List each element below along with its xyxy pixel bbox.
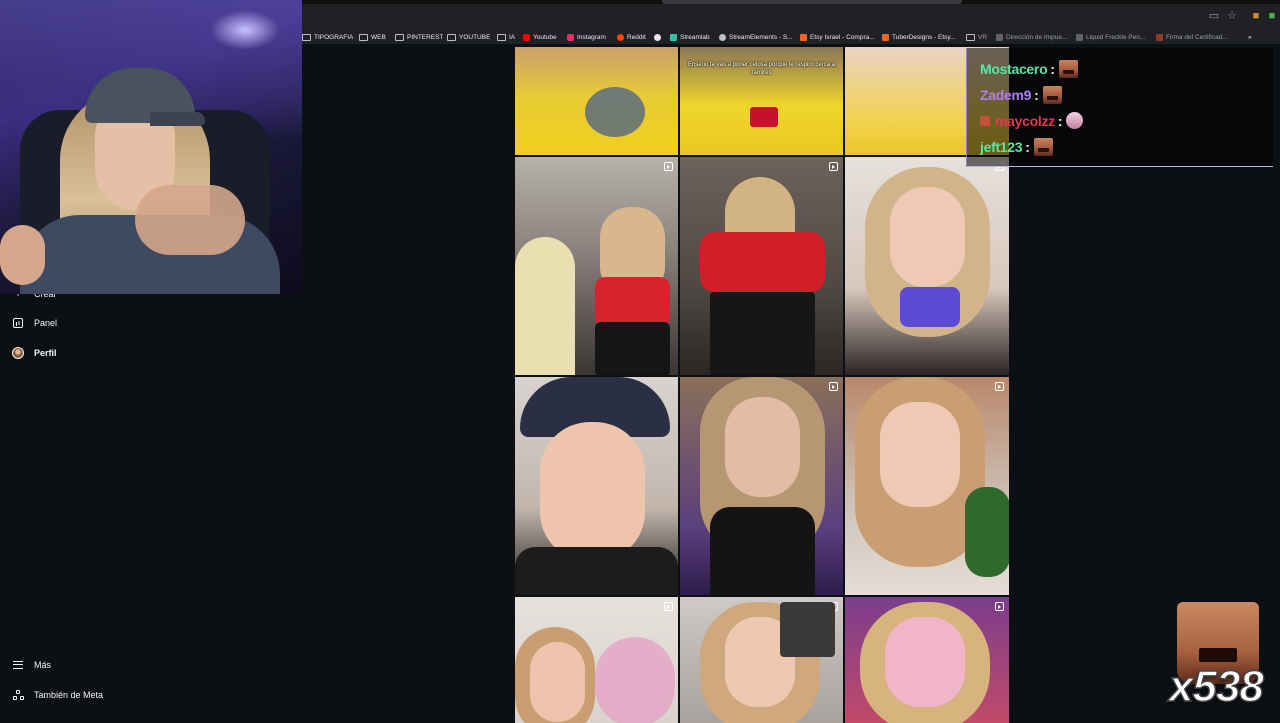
chat-username: maycolzz xyxy=(995,112,1055,129)
reel-icon xyxy=(829,162,838,171)
reel-icon xyxy=(995,382,1004,391)
instagram-icon xyxy=(567,33,574,41)
youtube-icon xyxy=(523,33,530,41)
bookmark-firma[interactable]: Firma del Certificad... xyxy=(1156,30,1234,44)
folder-icon xyxy=(395,33,404,41)
bookmark-pinterest[interactable]: PINTEREST xyxy=(395,30,443,44)
combo-counter: x538 xyxy=(1168,661,1264,712)
sidebar-item-meta[interactable]: También de Meta xyxy=(12,689,103,701)
page-icon xyxy=(1156,33,1163,41)
post-tile[interactable] xyxy=(680,377,843,595)
avatar-icon xyxy=(12,347,24,359)
bookmark-youtube-folder[interactable]: YOUTUBE xyxy=(447,30,490,44)
bookmark-vr[interactable]: VR xyxy=(966,30,987,44)
chat-message: jeft123 : xyxy=(980,138,1053,156)
post-tile[interactable] xyxy=(845,377,1009,595)
post-tile[interactable] xyxy=(680,157,843,375)
streamelements-icon xyxy=(719,33,726,41)
meta-icon xyxy=(12,689,24,701)
chat-username: jeft123 xyxy=(980,139,1023,155)
chat-message: Zadem9 : xyxy=(980,86,1062,104)
folder-icon xyxy=(966,33,975,41)
webcam-overlay xyxy=(0,0,302,294)
chat-username: Zadem9 xyxy=(980,87,1032,103)
bookmark-impuestos[interactable]: Dirección de Impue... xyxy=(996,30,1070,44)
bookmark-reddit[interactable]: Reddit xyxy=(617,30,646,44)
chat-message: maycolzz : xyxy=(980,112,1084,129)
bookmark-etsy-israel[interactable]: Etsy Israel - Compra... xyxy=(800,30,876,44)
active-tab[interactable] xyxy=(662,0,962,4)
bookmark-liquid-freckle[interactable]: Liquid Freckle Pen... xyxy=(1076,30,1150,44)
bookmark-web[interactable]: WEB xyxy=(359,30,386,44)
sidebar-item-mas[interactable]: Más xyxy=(12,659,51,671)
extension-icon[interactable]: ■ xyxy=(1266,10,1278,22)
streamlabs-icon xyxy=(670,33,677,41)
post-tile[interactable] xyxy=(515,47,678,155)
bookmark-github[interactable] xyxy=(654,30,664,44)
post-caption: Enserio te vas a poner celosa porque le … xyxy=(687,62,836,76)
folder-icon xyxy=(447,33,456,41)
reel-icon xyxy=(995,602,1004,611)
stream-chat-overlay: Mostacero : Zadem9 : maycolzz : jeft123 … xyxy=(966,48,1273,167)
tab-strip xyxy=(302,0,1280,4)
menu-icon xyxy=(12,659,24,671)
post-tile[interactable] xyxy=(845,597,1009,723)
etsy-icon xyxy=(882,33,889,41)
post-tile[interactable] xyxy=(515,377,678,595)
more-bookmarks-button[interactable]: » xyxy=(1248,30,1252,44)
laugh-emote-icon xyxy=(1033,138,1053,156)
subscriber-badge-icon xyxy=(980,115,990,126)
post-tile[interactable] xyxy=(680,597,843,723)
bookmark-youtube[interactable]: Youtube xyxy=(523,30,557,44)
chat-username: Mostacero xyxy=(980,61,1048,77)
bookmark-instagram[interactable]: Instagram xyxy=(567,30,606,44)
laugh-emote-icon xyxy=(1042,86,1062,104)
extension-icon[interactable]: ■ xyxy=(1250,10,1262,22)
folder-icon xyxy=(359,33,368,41)
pink-emote-icon xyxy=(1066,112,1084,129)
folder-icon xyxy=(302,33,311,41)
chat-message: Mostacero : xyxy=(980,60,1078,78)
bookmarks-bar: TIPOGRAFIA WEB PINTEREST YOUTUBE IA Yout… xyxy=(302,30,1280,44)
reddit-icon xyxy=(617,33,624,41)
post-tile[interactable] xyxy=(515,597,678,723)
sidebar-item-panel[interactable]: Panel xyxy=(12,317,57,329)
post-tile[interactable] xyxy=(845,157,1009,375)
etsy-icon xyxy=(800,33,807,41)
laugh-emote-icon xyxy=(1058,60,1078,78)
reel-icon xyxy=(664,162,673,171)
folder-icon xyxy=(497,33,506,41)
page-icon xyxy=(1076,33,1083,41)
bookmark-tipografia[interactable]: TIPOGRAFIA xyxy=(302,30,353,44)
bookmark-streamlab[interactable]: Streamlab xyxy=(670,30,710,44)
sidebar-item-perfil[interactable]: Perfil xyxy=(12,347,57,359)
cast-icon[interactable]: ▭ xyxy=(1208,10,1220,22)
bookmark-ia[interactable]: IA xyxy=(497,30,515,44)
page-icon xyxy=(996,33,1003,41)
emote-combo-overlay: x538 xyxy=(1168,602,1280,720)
bookmark-star-icon[interactable]: ☆ xyxy=(1226,10,1238,22)
reel-icon xyxy=(664,602,673,611)
bookmark-tuberdesigns[interactable]: TuberDesigns - Etsy... xyxy=(882,30,958,44)
bookmark-streamelements[interactable]: StreamElements - S... xyxy=(719,30,795,44)
panel-icon xyxy=(12,317,24,329)
post-tile[interactable]: Enserio te vas a poner celosa porque le … xyxy=(680,47,843,155)
browser-toolbar: ▭ ☆ ■ ■ xyxy=(302,0,1280,30)
reel-icon xyxy=(829,382,838,391)
github-icon xyxy=(654,33,661,41)
post-tile[interactable] xyxy=(515,157,678,375)
